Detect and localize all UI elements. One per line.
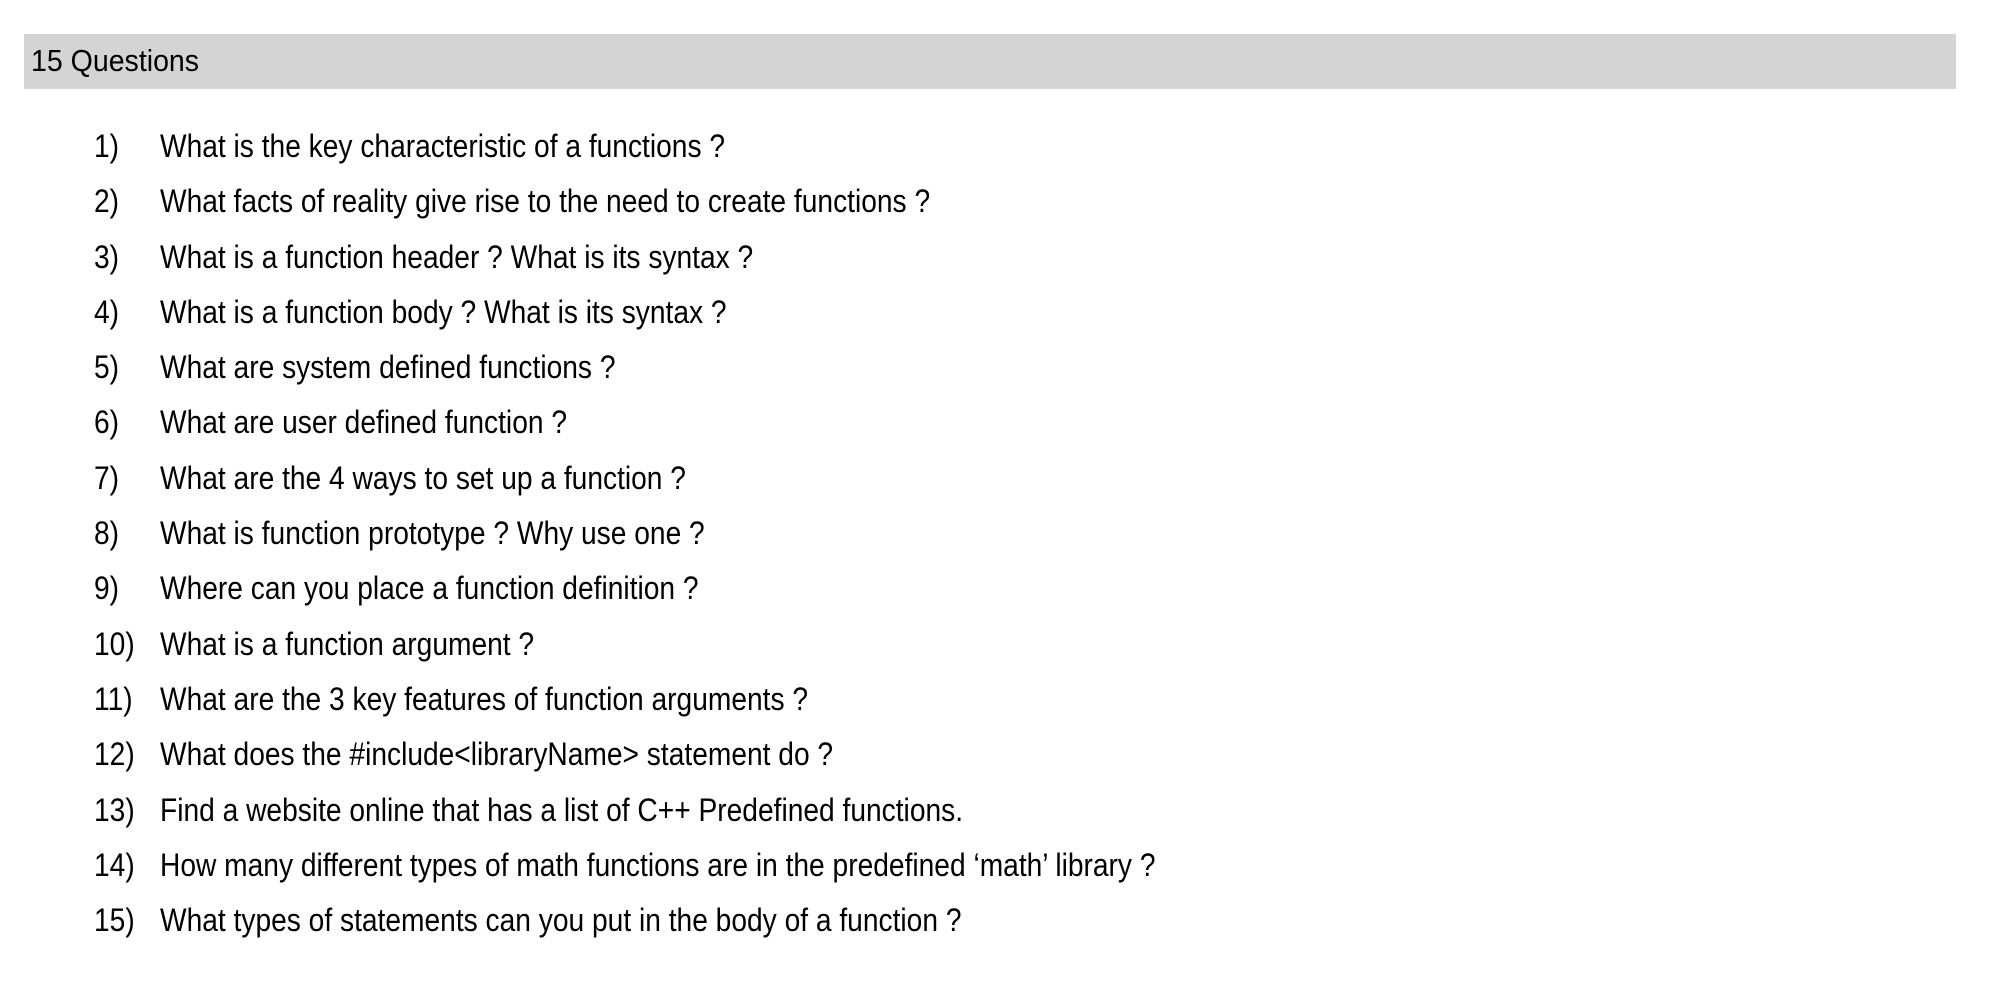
question-item: 14) How many different types of math fun…	[0, 842, 1992, 897]
question-number: 5)	[94, 349, 120, 386]
question-number: 2)	[94, 183, 120, 220]
question-item: 8) What is function prototype ? Why use …	[0, 510, 1992, 565]
question-text: What are user defined function ?	[160, 404, 567, 441]
question-text: What is function prototype ? Why use one…	[160, 515, 705, 552]
question-number: 3)	[94, 238, 120, 275]
question-item: 10) What is a function argument ?	[0, 621, 1992, 676]
question-text: What are system defined functions ?	[160, 349, 616, 386]
question-text: What is the key characteristic of a func…	[160, 128, 726, 164]
section-title: 15 Questions	[31, 43, 200, 78]
question-number: 1)	[94, 128, 120, 164]
section-header: 15 Questions	[24, 34, 1956, 89]
question-text: Where can you place a function definitio…	[160, 570, 699, 607]
question-text: What is a function argument ?	[160, 625, 535, 662]
question-text: What is a function header ? What is its …	[160, 238, 754, 275]
question-item: 5) What are system defined functions ?	[0, 344, 1992, 399]
question-text: How many different types of math functio…	[160, 846, 1156, 883]
question-item: 13) Find a website online that has a lis…	[0, 787, 1992, 842]
question-item: 12) What does the #include<libraryName> …	[0, 731, 1992, 786]
question-number: 15)	[94, 902, 135, 939]
question-item: 9) Where can you place a function defini…	[0, 565, 1992, 620]
question-text: Find a website online that has a list of…	[160, 791, 964, 828]
question-number: 12)	[94, 736, 135, 773]
question-number: 8)	[94, 515, 120, 552]
question-text: What are the 3 key features of function …	[160, 680, 809, 717]
question-item: 3) What is a function header ? What is i…	[0, 234, 1992, 289]
question-text: What does the #include<libraryName> stat…	[160, 736, 834, 773]
question-number: 6)	[94, 404, 120, 441]
question-text: What is a function body ? What is its sy…	[160, 293, 727, 330]
question-item: 6) What are user defined function ?	[0, 399, 1992, 454]
question-number: 11)	[94, 680, 133, 717]
question-number: 9)	[94, 570, 120, 607]
question-item: 11) What are the 3 key features of funct…	[0, 676, 1992, 731]
question-item: 15) What types of statements can you put…	[0, 897, 1992, 952]
question-item: 7) What are the 4 ways to set up a funct…	[0, 455, 1992, 510]
question-number: 14)	[94, 846, 135, 883]
question-item: 1) What is the key characteristic of a f…	[0, 123, 1992, 178]
question-text: What facts of reality give rise to the n…	[160, 183, 931, 220]
question-text: What types of statements can you put in …	[160, 902, 962, 939]
question-list: 1) What is the key characteristic of a f…	[0, 123, 1992, 952]
question-item: 2) What facts of reality give rise to th…	[0, 178, 1992, 233]
question-number: 13)	[94, 791, 135, 828]
question-number: 4)	[94, 293, 120, 330]
question-item: 4) What is a function body ? What is its…	[0, 289, 1992, 344]
question-text: What are the 4 ways to set up a function…	[160, 459, 686, 496]
question-number: 10)	[94, 625, 135, 662]
question-number: 7)	[94, 459, 120, 496]
